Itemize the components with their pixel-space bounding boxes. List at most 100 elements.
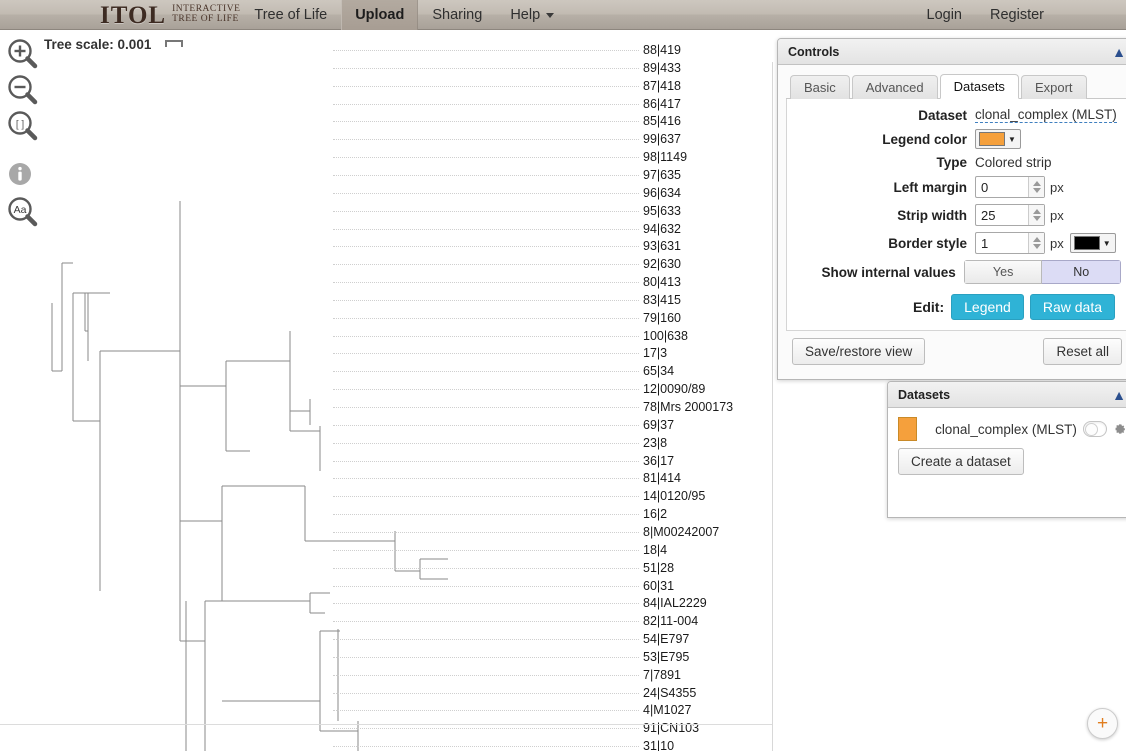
- add-floating-button[interactable]: +: [1087, 708, 1118, 739]
- chevron-up-icon[interactable]: ▲: [1112, 388, 1126, 402]
- legend-color-row: Legend color ▼: [793, 129, 1121, 149]
- leaf-label[interactable]: 100|638: [333, 329, 688, 343]
- show-internal-yes-button[interactable]: Yes: [963, 260, 1043, 284]
- stepper-arrows[interactable]: [1028, 205, 1044, 225]
- strip-width-stepper[interactable]: [975, 204, 1045, 226]
- dataset-value[interactable]: clonal_complex (MLST): [975, 107, 1117, 123]
- border-style-input[interactable]: [976, 233, 1028, 253]
- nav-item-tree-of-life[interactable]: Tree of Life: [240, 0, 341, 30]
- edit-raw-data-button[interactable]: Raw data: [1029, 294, 1115, 320]
- stepper-up-icon[interactable]: [1032, 181, 1041, 186]
- leaf-label[interactable]: 24|S4355: [333, 686, 696, 700]
- chevron-up-icon[interactable]: ▲: [1112, 45, 1126, 59]
- leaf-label[interactable]: 88|419: [333, 43, 682, 57]
- left-margin-stepper[interactable]: [975, 176, 1045, 198]
- leaf-leader-line: [333, 103, 639, 105]
- nav-item-sharing[interactable]: Sharing: [418, 0, 496, 30]
- tab-basic[interactable]: Basic: [790, 75, 850, 99]
- leaf-label[interactable]: 98|1149: [333, 151, 687, 164]
- border-style-stepper[interactable]: [975, 232, 1045, 254]
- leaf-label[interactable]: 36|17: [333, 454, 674, 468]
- dataset-color-swatch[interactable]: [898, 417, 918, 441]
- leaf-label[interactable]: 51|28: [333, 561, 674, 575]
- leaf-label-text: 23|8: [643, 435, 668, 450]
- leaf-label[interactable]: 89|433: [333, 62, 681, 75]
- leaf-label[interactable]: 14|0120/95: [333, 490, 705, 503]
- leaf-label[interactable]: 97|635: [333, 169, 681, 182]
- leaf-label[interactable]: 84|IAL2229: [333, 596, 707, 611]
- leaf-leader-line: [333, 674, 639, 676]
- tab-label: Basic: [804, 80, 836, 95]
- leaf-label[interactable]: 96|634: [333, 187, 681, 200]
- leaf-label[interactable]: 7|7891: [333, 669, 681, 682]
- leaf-label[interactable]: 99|637: [333, 133, 681, 146]
- leaf-label[interactable]: 8|M00242007: [333, 526, 719, 539]
- leaf-label[interactable]: 81|414: [333, 472, 681, 485]
- stepper-down-icon[interactable]: [1032, 244, 1041, 249]
- leaf-label[interactable]: 94|632: [333, 222, 681, 236]
- leaf-label-text: 84|IAL2229: [643, 596, 707, 611]
- leaf-label[interactable]: 82|11-004: [333, 615, 698, 628]
- left-margin-label: Left margin: [893, 179, 967, 195]
- strip-width-label: Strip width: [897, 207, 967, 223]
- leaf-label[interactable]: 86|417: [333, 97, 681, 111]
- chevron-down-icon: ▼: [1008, 134, 1016, 144]
- reset-all-button[interactable]: Reset all: [1043, 338, 1122, 365]
- stepper-down-icon[interactable]: [1032, 216, 1041, 221]
- leaf-label[interactable]: 18|4: [333, 544, 667, 557]
- show-internal-values-toggle[interactable]: Yes No: [963, 260, 1121, 284]
- leaf-label[interactable]: 69|37: [333, 419, 674, 432]
- legend-color-picker[interactable]: ▼: [975, 129, 1021, 149]
- tab-export[interactable]: Export: [1020, 75, 1087, 99]
- nav-item-register[interactable]: Register: [976, 0, 1058, 30]
- leaf-leader-line: [333, 264, 639, 266]
- datasets-panel-header[interactable]: Datasets ▲: [888, 382, 1126, 408]
- leaf-label[interactable]: 92|630: [333, 258, 681, 271]
- tab-advanced[interactable]: Advanced: [851, 75, 938, 99]
- leaf-leader-line: [333, 531, 639, 533]
- leaf-label[interactable]: 95|633: [333, 204, 681, 218]
- leaf-label[interactable]: 31|10: [333, 740, 674, 751]
- stepper-arrows[interactable]: [1028, 233, 1044, 253]
- leaf-label[interactable]: 60|31: [333, 579, 674, 593]
- leaf-label[interactable]: 78|Mrs 2000173: [333, 401, 733, 414]
- itol-logo[interactable]: ITOL Interactive Tree Of Life: [100, 0, 240, 30]
- leaf-label[interactable]: 83|415: [333, 294, 681, 307]
- stepper-up-icon[interactable]: [1032, 237, 1041, 242]
- leaf-label[interactable]: 23|8: [333, 435, 668, 450]
- save-restore-view-button[interactable]: Save/restore view: [792, 338, 926, 365]
- edit-legend-button[interactable]: Legend: [951, 294, 1024, 320]
- dataset-enable-toggle[interactable]: [1082, 421, 1107, 437]
- leaf-label[interactable]: 4|M1027: [333, 704, 691, 717]
- edit-label: Edit:: [913, 299, 945, 315]
- controls-panel-header[interactable]: Controls ▲: [778, 39, 1126, 65]
- leaf-label[interactable]: 79|160: [333, 312, 681, 325]
- leaf-label[interactable]: 93|631: [333, 240, 681, 253]
- leaf-label[interactable]: 85|416: [333, 115, 681, 128]
- stepper-arrows[interactable]: [1028, 177, 1044, 197]
- strip-width-input[interactable]: [976, 205, 1028, 225]
- border-color-picker[interactable]: ▼: [1069, 233, 1116, 253]
- stepper-down-icon[interactable]: [1032, 188, 1041, 193]
- tab-datasets[interactable]: Datasets: [939, 74, 1019, 99]
- stepper-up-icon[interactable]: [1032, 209, 1041, 214]
- create-dataset-button[interactable]: Create a dataset: [898, 448, 1024, 475]
- leaf-label[interactable]: 12|0090/89: [333, 383, 705, 396]
- leaf-label[interactable]: 80|413: [333, 276, 681, 289]
- leaf-label[interactable]: 16|2: [333, 508, 667, 521]
- gear-icon[interactable]: [1114, 421, 1126, 437]
- leaf-label-text: 88|419: [643, 43, 682, 57]
- leaf-label[interactable]: 65|34: [333, 365, 674, 378]
- nav-item-help[interactable]: Help: [496, 0, 568, 30]
- nav-item-login[interactable]: Login: [913, 0, 976, 30]
- leaf-leader-line: [333, 353, 639, 355]
- left-margin-input[interactable]: [976, 177, 1028, 197]
- leaf-label[interactable]: 87|418: [333, 79, 681, 93]
- leaf-leader-line: [333, 442, 639, 444]
- show-internal-no-button[interactable]: No: [1042, 260, 1121, 284]
- leaf-leader-line: [333, 282, 639, 284]
- leaf-label[interactable]: 53|E795: [333, 651, 689, 664]
- leaf-label[interactable]: 54|E797: [333, 633, 689, 646]
- nav-item-upload[interactable]: Upload: [341, 0, 419, 30]
- leaf-label[interactable]: 17|3: [333, 347, 667, 360]
